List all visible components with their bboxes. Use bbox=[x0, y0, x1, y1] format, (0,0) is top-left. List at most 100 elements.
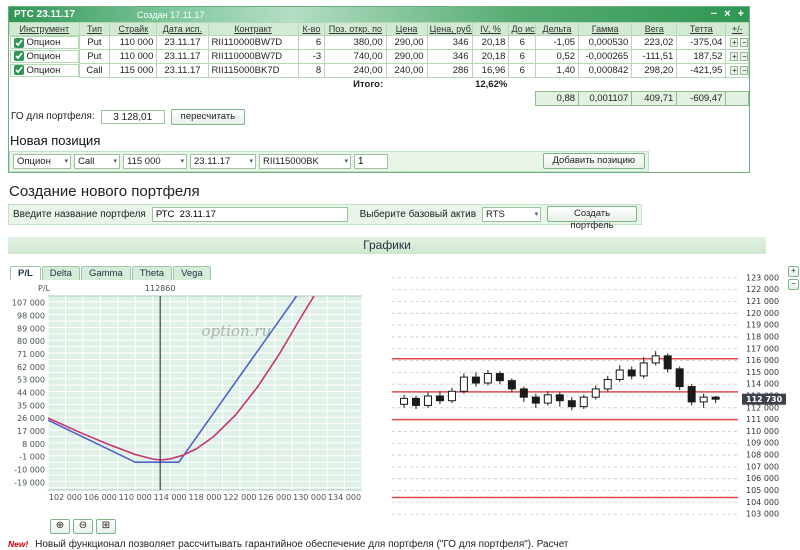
column-header-plus-minus: +/- bbox=[725, 22, 749, 36]
contract-value: RII115000BK bbox=[263, 155, 319, 167]
margin-label: ГО для портфеля: bbox=[11, 111, 95, 122]
svg-text:110 000: 110 000 bbox=[119, 493, 152, 502]
svg-text:-1 000: -1 000 bbox=[19, 452, 45, 461]
svg-text:44 000: 44 000 bbox=[17, 388, 45, 397]
page: РТС 23.11.17 Создан 17.11.17 − × + Инстр… bbox=[8, 6, 800, 550]
svg-text:107 000: 107 000 bbox=[12, 298, 45, 307]
svg-text:17 000: 17 000 bbox=[17, 427, 45, 436]
column-header-open-pos[interactable]: Поз. откр. по bbox=[324, 22, 387, 36]
column-header-instrument[interactable]: Инструмент bbox=[9, 22, 80, 36]
create-portfolio-button[interactable]: Создать портфель bbox=[547, 206, 637, 231]
svg-text:option.ru: option.ru bbox=[202, 322, 272, 340]
svg-text:114 000: 114 000 bbox=[746, 379, 779, 388]
svg-text:110 000: 110 000 bbox=[746, 426, 779, 435]
column-header-theta[interactable]: Тетта bbox=[676, 22, 727, 36]
expiry-select[interactable]: 23.11.17 ▾ bbox=[190, 153, 256, 169]
svg-text:130 000: 130 000 bbox=[293, 493, 326, 502]
svg-text:109 000: 109 000 bbox=[746, 438, 779, 447]
svg-text:26 000: 26 000 bbox=[17, 414, 45, 423]
row-increase-button[interactable]: + bbox=[730, 37, 739, 47]
column-header-strike[interactable]: Страйк bbox=[109, 22, 158, 36]
svg-text:126 000: 126 000 bbox=[258, 493, 291, 502]
row-decrease-button[interactable]: − bbox=[740, 37, 748, 47]
chevron-down-icon: ▾ bbox=[344, 158, 348, 165]
strike-select[interactable]: 115 000 ▾ bbox=[123, 153, 187, 169]
quantity-input[interactable] bbox=[354, 153, 388, 169]
strike-value: 115 000 bbox=[127, 155, 161, 167]
tab-theta[interactable]: Theta bbox=[131, 265, 173, 280]
row-decrease-button[interactable]: − bbox=[740, 51, 748, 61]
svg-text:102 000: 102 000 bbox=[49, 493, 82, 502]
column-header-delta[interactable]: Дельта bbox=[535, 22, 580, 36]
row-decrease-button[interactable]: − bbox=[740, 65, 748, 75]
svg-text:121 000: 121 000 bbox=[746, 297, 779, 306]
tab-gamma[interactable]: Gamma bbox=[80, 265, 131, 280]
svg-text:112860: 112860 bbox=[145, 284, 176, 293]
add-portfolio-tab-icon[interactable]: + bbox=[738, 9, 744, 20]
zoom-out-button[interactable]: ⊖ bbox=[73, 518, 93, 534]
scale-plus-button[interactable]: + bbox=[788, 265, 799, 277]
zoom-in-button[interactable]: ⊕ bbox=[50, 518, 70, 534]
portfolio-name-label: Введите название портфеля bbox=[13, 208, 146, 220]
position-row: Опцион Put 110 000 23.11.17 RII110000BW7D -3 7… bbox=[9, 49, 749, 64]
tab-vega[interactable]: Vega bbox=[173, 265, 211, 280]
position-checkbox[interactable] bbox=[13, 51, 24, 61]
column-header-days[interactable]: До исп. bbox=[508, 22, 537, 36]
charts-row: P/L Delta Gamma Theta Vega 107 000 98 000 89 0… bbox=[8, 265, 800, 534]
column-header-price[interactable]: Цена bbox=[385, 22, 428, 36]
column-header-type[interactable]: Тип bbox=[78, 22, 111, 36]
new-position-bar: Опцион ▾ Call ▾ 115 000 ▾ 23.11.17 ▾ RII… bbox=[9, 150, 649, 172]
svg-text:120 000: 120 000 bbox=[746, 308, 779, 317]
column-header-price-rub[interactable]: Цена, руб. bbox=[426, 22, 473, 36]
svg-text:122 000: 122 000 bbox=[223, 493, 256, 502]
close-icon[interactable]: × bbox=[724, 9, 730, 20]
candlestick-panel: 123 000 122 000 121 000 120 000 119 000 118 0… bbox=[390, 265, 799, 528]
window-created-label: Создан 17.11.17 bbox=[137, 9, 205, 20]
instrument-type-select[interactable]: Опцион ▾ bbox=[13, 153, 71, 169]
window-title: РТС 23.11.17 bbox=[14, 9, 76, 20]
column-header-contract[interactable]: Контракт bbox=[207, 22, 299, 36]
svg-text:35 000: 35 000 bbox=[17, 401, 45, 410]
row-increase-button[interactable]: + bbox=[730, 51, 739, 61]
add-position-button[interactable]: Добавить позицию bbox=[542, 153, 645, 169]
svg-text:106 000: 106 000 bbox=[746, 474, 779, 483]
portfolio-name-input[interactable] bbox=[151, 206, 348, 222]
position-checkbox[interactable] bbox=[13, 37, 24, 48]
recalculate-button[interactable]: пересчитать bbox=[170, 108, 246, 125]
new-portfolio-bar: Введите название портфеля Выберите базов… bbox=[8, 203, 642, 231]
svg-text:112 730: 112 730 bbox=[746, 395, 783, 404]
column-header-vega[interactable]: Вега bbox=[631, 22, 678, 36]
svg-text:105 000: 105 000 bbox=[746, 485, 779, 494]
row-increase-button[interactable]: + bbox=[730, 65, 739, 75]
new-position-title: Новая позиция bbox=[10, 132, 101, 148]
column-header-qty[interactable]: К-во bbox=[297, 22, 326, 36]
position-checkbox[interactable] bbox=[13, 65, 24, 75]
column-header-iv[interactable]: IV, % bbox=[471, 22, 510, 36]
instrument-type-value: Опцион bbox=[17, 155, 51, 167]
svg-text:104 000: 104 000 bbox=[746, 497, 779, 506]
tab-pl[interactable]: P/L bbox=[10, 265, 41, 280]
tab-delta[interactable]: Delta bbox=[41, 265, 80, 280]
totals-label: Итого: bbox=[324, 77, 387, 91]
minimize-icon[interactable]: − bbox=[711, 9, 717, 20]
scale-minus-button[interactable]: − bbox=[788, 278, 799, 290]
totals-row: Итого: 12,62% bbox=[9, 77, 749, 91]
total-theta: -609,47 bbox=[676, 90, 727, 106]
base-asset-select[interactable]: RTS ▾ bbox=[482, 206, 542, 222]
svg-text:122 000: 122 000 bbox=[746, 285, 779, 294]
position-row: Опцион Put 110 000 23.11.17 RII110000BW7D 6 38… bbox=[9, 35, 749, 50]
expiry-value: 23.11.17 bbox=[194, 155, 231, 167]
column-header-date[interactable]: Дата исп. bbox=[156, 22, 209, 36]
footer-note: New! Новый функционал позволяет рассчиты… bbox=[8, 539, 800, 550]
total-delta: 0,88 bbox=[535, 90, 580, 106]
svg-text:107 000: 107 000 bbox=[746, 462, 779, 471]
svg-text:103 000: 103 000 bbox=[746, 509, 779, 518]
option-type-select[interactable]: Call ▾ bbox=[74, 153, 120, 169]
total-gamma: 0,001107 bbox=[578, 90, 633, 106]
chevron-down-icon: ▾ bbox=[180, 158, 184, 165]
column-header-gamma[interactable]: Гамма bbox=[578, 22, 633, 36]
contract-select[interactable]: RII115000BK ▾ bbox=[259, 153, 351, 169]
margin-row: ГО для портфеля: 3 128,01 пересчитать bbox=[11, 108, 749, 125]
zoom-reset-button[interactable]: ⊞ bbox=[96, 518, 116, 534]
portfolio-window: РТС 23.11.17 Создан 17.11.17 − × + Инстр… bbox=[8, 6, 750, 173]
